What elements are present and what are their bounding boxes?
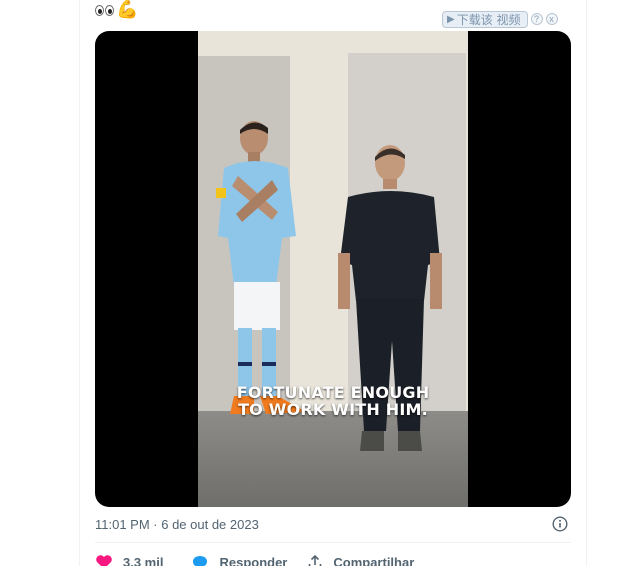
video-player[interactable]: FORTUNATE ENOUGH TO WORK WITH HIM.	[95, 31, 571, 507]
video-caption-line: FORTUNATE ENOUGH	[236, 383, 430, 402]
video-downloader-bar: ▶ 下载该 视频 ? x	[442, 10, 574, 28]
reply-bubble-icon	[193, 556, 208, 566]
like-count: 3,3 mil	[123, 554, 164, 566]
tweet-timestamp[interactable]: 11:01 PM · 6 de out de 2023	[95, 517, 259, 532]
share-button[interactable]: Compartilhar	[307, 554, 414, 566]
heart-icon	[96, 555, 112, 566]
reply-button[interactable]: Responder	[191, 554, 287, 566]
reply-label: Responder	[219, 554, 288, 566]
divider	[95, 542, 571, 543]
coach-figure	[338, 145, 442, 451]
play-icon: ▶	[447, 13, 455, 25]
flexed-biceps-emoji-icon: 💪	[116, 0, 139, 20]
eyes-emoji-icon	[95, 4, 114, 16]
video-caption: FORTUNATE ENOUGH TO WORK WITH HIM.	[198, 384, 468, 418]
share-icon	[309, 554, 322, 566]
close-icon[interactable]: x	[545, 13, 558, 25]
tweet-text: 💪	[95, 0, 138, 20]
video-caption-line: TO WORK WITH HIM.	[238, 400, 428, 419]
download-video-button[interactable]: ▶ 下载该 视频	[442, 10, 528, 28]
video-frame: FORTUNATE ENOUGH TO WORK WITH HIM.	[198, 31, 468, 507]
like-button[interactable]: 3,3 mil	[95, 554, 163, 566]
download-video-label: 下载该 视频	[456, 12, 521, 27]
help-icon[interactable]: ?	[530, 13, 543, 25]
info-icon[interactable]	[552, 516, 568, 532]
tweet-actions: 3,3 mil Responder Compartilhar	[95, 552, 414, 566]
share-label: Compartilhar	[333, 554, 415, 566]
